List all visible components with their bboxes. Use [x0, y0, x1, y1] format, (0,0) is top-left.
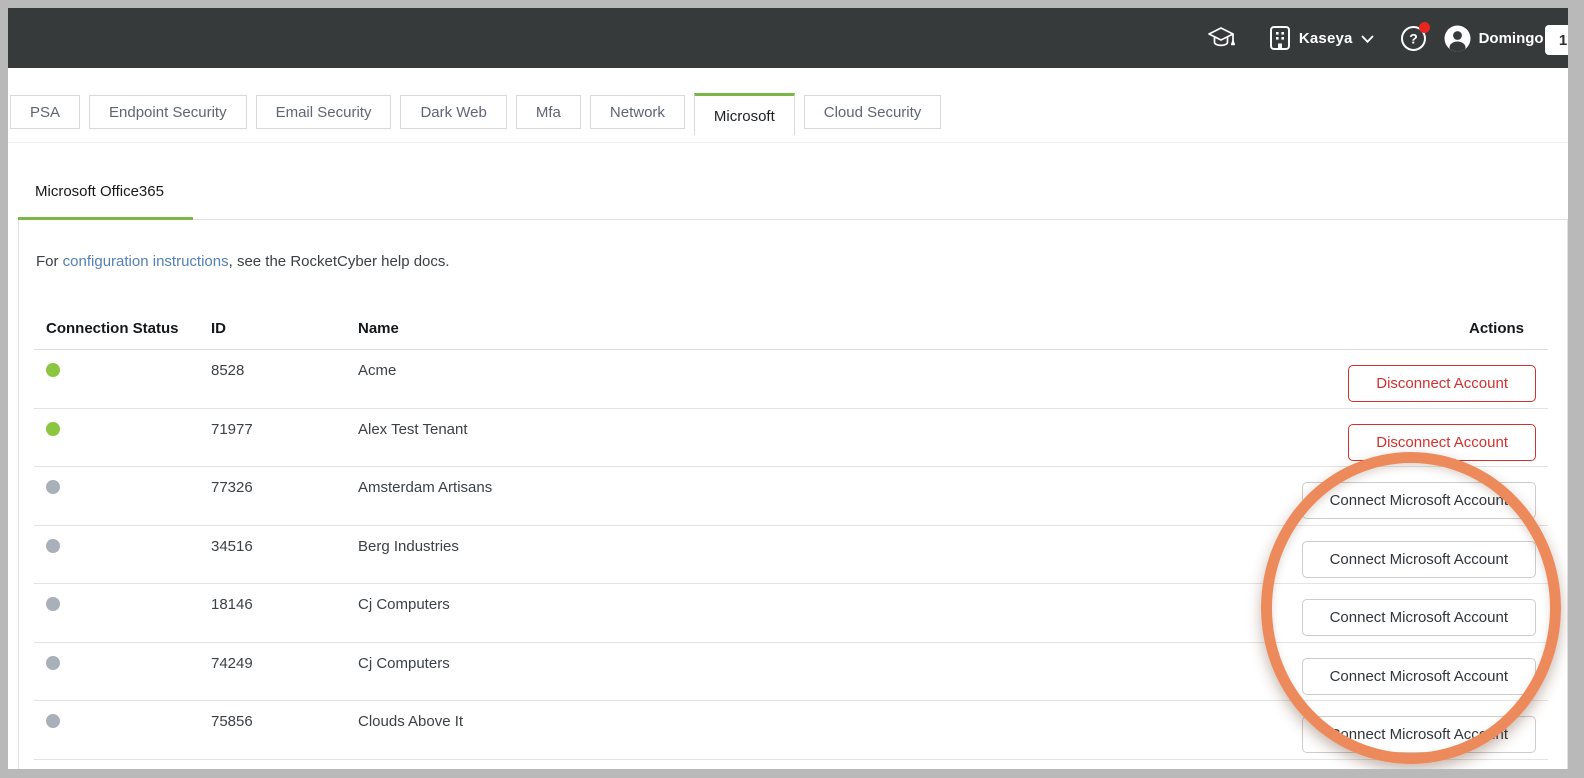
chevron-down-icon — [1361, 35, 1374, 44]
row-action-button[interactable]: Connect Microsoft Account — [1301, 482, 1536, 519]
row-name: Amsterdam Artisans — [358, 479, 493, 496]
connection-status-dot — [46, 655, 60, 670]
main-tab[interactable]: Cloud Security — [803, 95, 942, 129]
main-tab-label: Dark Web — [420, 103, 487, 121]
subtab-active-underline — [18, 217, 193, 220]
table-row: 51916 C Connect Microsoft Account — [34, 760, 1548, 770]
user-menu[interactable]: Domingo P. — [1444, 25, 1560, 52]
main-tab-label: Microsoft — [713, 107, 775, 125]
row-action-button[interactable]: Disconnect Account — [1348, 423, 1536, 461]
main-tab[interactable]: Email Security — [255, 95, 392, 129]
row-id: 8528 — [211, 362, 245, 379]
row-action-button[interactable]: Connect Microsoft Account — [1301, 657, 1536, 695]
row-name: Alex Test Tenant — [358, 420, 468, 438]
row-name: Cj Computers — [358, 654, 450, 672]
table-header-row: Connection Status ID Name Actions — [34, 308, 1548, 350]
row-action-button[interactable]: Disconnect Account — [1348, 365, 1536, 402]
app-window: Kaseya ? Domingo P. 1 PSA Endpoint Secur… — [8, 8, 1568, 769]
connection-status-dot — [46, 597, 60, 611]
main-tab[interactable]: Microsoft — [693, 93, 795, 135]
row-id: 75856 — [211, 713, 253, 730]
row-name: Acme — [358, 362, 397, 379]
column-header-name: Name — [358, 320, 399, 337]
organization-name: Kaseya — [1298, 29, 1353, 47]
connection-status-dot — [46, 421, 60, 436]
row-action-button[interactable]: Connect Microsoft Account — [1301, 599, 1536, 636]
main-tab[interactable]: Mfa — [515, 95, 581, 129]
table-row: 75856 Clouds Above It Connect Microsoft … — [34, 701, 1548, 760]
main-tab[interactable]: PSA — [10, 95, 81, 129]
table-body: 8528 Acme Disconnect Account 71977 Alex … — [34, 350, 1548, 769]
edge-badge[interactable]: 1 — [1545, 25, 1568, 55]
column-header-actions: Actions — [1468, 320, 1524, 337]
help-button[interactable]: ? — [1400, 21, 1430, 52]
help-text-prefix: For — [36, 253, 63, 270]
row-name: Cj Computers — [358, 596, 450, 613]
main-tab-label: Network — [609, 103, 665, 121]
main-tab-label: Email Security — [275, 103, 372, 121]
table-row: 71977 Alex Test Tenant Disconnect Accoun… — [34, 409, 1548, 467]
main-tab-label: Mfa — [535, 103, 561, 121]
notification-dot — [1418, 21, 1430, 33]
help-text-suffix: , see the RocketCyber help docs. — [228, 253, 450, 270]
row-action-button[interactable]: Connect Microsoft Account — [1301, 540, 1536, 578]
table-row: 8528 Acme Disconnect Account — [34, 350, 1548, 409]
main-tab-label: Cloud Security — [823, 103, 922, 121]
connection-status-dot — [46, 363, 60, 377]
avatar-icon — [1444, 25, 1471, 52]
row-name: Berg Industries — [358, 537, 459, 555]
organization-selector[interactable]: Kaseya — [1268, 25, 1374, 51]
tabbar-divider — [8, 142, 1568, 143]
top-navigation-bar: Kaseya ? Domingo P. 1 — [8, 8, 1568, 68]
connection-status-dot — [46, 714, 60, 728]
row-id: 77326 — [211, 479, 253, 496]
building-icon — [1268, 25, 1292, 51]
connection-status-dot — [46, 480, 60, 494]
row-name: Clouds Above It — [358, 713, 464, 730]
content-panel: For configuration instructions, see the … — [18, 219, 1568, 769]
row-action-button[interactable]: Connect Microsoft Account — [1301, 716, 1536, 753]
svg-text:?: ? — [1409, 30, 1418, 46]
main-tab-label: PSA — [30, 103, 61, 121]
main-tab[interactable]: Network — [589, 95, 685, 129]
table-row: 34516 Berg Industries Connect Microsoft … — [34, 526, 1548, 584]
row-id: 18146 — [211, 596, 253, 613]
configuration-instructions-link[interactable]: configuration instructions — [63, 253, 229, 270]
column-header-id: ID — [211, 320, 226, 337]
configuration-help-text: For configuration instructions, see the … — [36, 252, 450, 272]
accounts-table: Connection Status ID Name Actions 8528 A… — [34, 308, 1548, 769]
subtab-microsoft-office365[interactable]: Microsoft Office365 — [35, 182, 164, 202]
main-tab[interactable]: Endpoint Security — [89, 95, 247, 129]
connection-status-dot — [46, 538, 60, 553]
table-row: 74249 Cj Computers Connect Microsoft Acc… — [34, 643, 1548, 701]
table-row: 77326 Amsterdam Artisans Connect Microso… — [34, 467, 1548, 526]
graduation-cap-icon[interactable] — [1206, 25, 1236, 51]
table-row: 18146 Cj Computers Connect Microsoft Acc… — [34, 584, 1548, 643]
main-tab[interactable]: Dark Web — [400, 95, 507, 129]
row-id: 34516 — [211, 537, 253, 555]
row-id: 71977 — [211, 420, 253, 438]
column-header-connection-status: Connection Status — [46, 320, 179, 337]
main-tab-bar: PSA Endpoint Security Email Security Dar… — [10, 93, 942, 135]
row-id: 74249 — [211, 654, 253, 672]
main-tab-label: Endpoint Security — [109, 103, 227, 121]
